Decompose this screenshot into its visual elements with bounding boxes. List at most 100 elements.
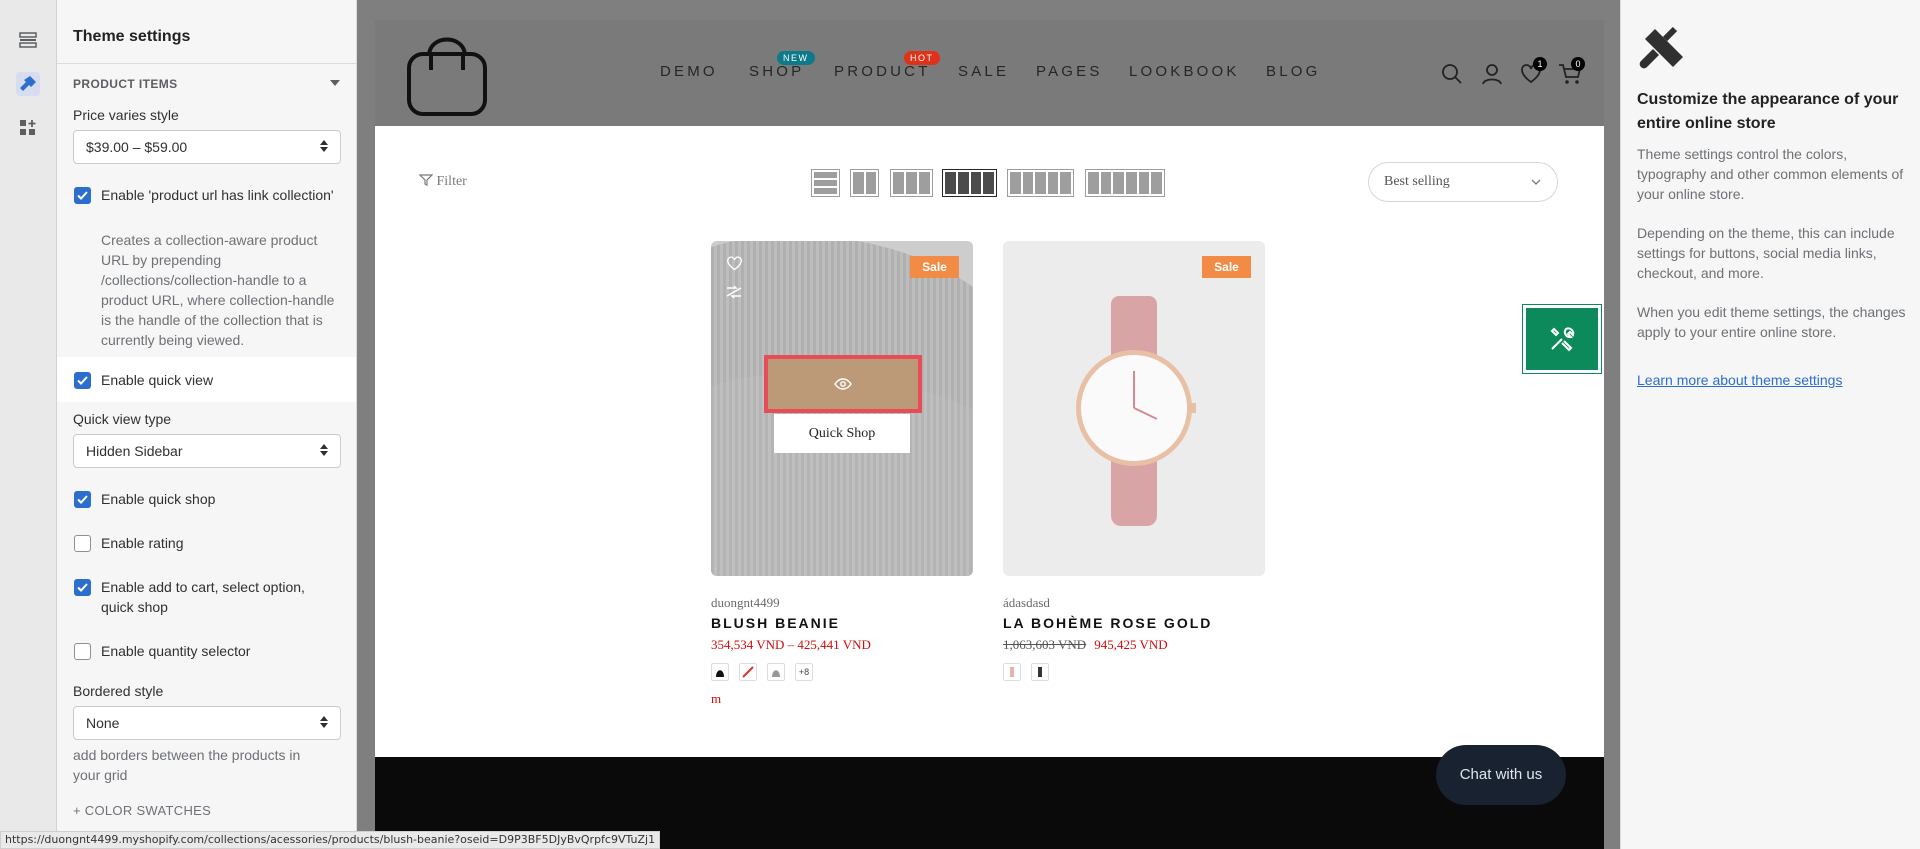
add-to-cart-checkbox[interactable] [74,579,91,596]
rating-label: Enable rating [101,535,184,551]
editor-rail [0,0,57,849]
nav-lookbook[interactable]: LOOKBOOK [1129,63,1240,80]
sort-select[interactable]: Best selling [1368,162,1558,202]
compare-icon[interactable] [726,284,742,300]
product-url-label: Enable 'product url has link collection' [101,187,334,203]
bag-logo[interactable] [401,26,493,118]
new-badge: NEW [777,51,815,65]
sort-value: Best selling [1384,174,1450,189]
product-card[interactable]: Sale ádasdasd LA BOHÈME ROSE GOLD 1,063,… [1003,241,1265,681]
nav-sale[interactable]: SALE [958,63,1009,80]
nav-blog[interactable]: BLOG [1266,63,1320,80]
nav-demo[interactable]: DEMO [660,63,718,80]
bordered-style-value: None [86,715,120,731]
layout-list-icon[interactable] [811,169,840,197]
product-swatches: +8 [711,663,973,681]
product-title[interactable]: BLUSH BEANIE [711,615,973,631]
checkmark-icon [77,376,88,385]
sale-badge: Sale [1202,256,1251,278]
price-varies-select[interactable]: $39.00 – $59.00 [73,130,341,164]
wrench-screwdriver-icon [1550,327,1575,352]
caret-down-icon[interactable] [330,80,340,86]
select-arrows-icon [320,140,328,152]
nav-product[interactable]: PRODUCT [834,63,931,80]
filter-button[interactable]: Filter [418,174,467,190]
swatch-red[interactable] [739,663,757,681]
product-old-price: 1,063,603 VND [1003,637,1087,652]
product-vendor[interactable]: duongnt4499 [711,595,973,611]
product-title[interactable]: LA BOHÈME ROSE GOLD [1003,615,1265,631]
nav-shop[interactable]: SHOP [749,63,804,80]
layout-4-columns-icon[interactable] [942,169,997,197]
chat-with-us-button[interactable]: Chat with us [1436,745,1566,805]
chevron-down-icon [1531,179,1541,185]
quick-view-label: Enable quick view [101,372,214,388]
hot-badge: HOT [904,51,940,65]
info-paragraph-2: Depending on the theme, this can include… [1637,225,1895,281]
sections-icon[interactable] [16,28,40,52]
account-icon[interactable] [1481,63,1503,85]
store-preview: DEMO SHOP NEW PRODUCT HOT SALE PAGES LOO… [375,20,1604,849]
swatch-black[interactable] [711,663,729,681]
layout-2-columns-icon[interactable] [850,169,879,197]
panel-title: Theme settings [73,28,191,45]
theme-brush-icon[interactable] [16,72,40,96]
product-url-help: Creates a collection-aware product URL b… [101,232,335,348]
quick-shop-checkbox[interactable] [74,491,91,508]
swatch-grey[interactable] [767,663,785,681]
theme-settings-panel: Theme settings PRODUCT ITEMS Price varie… [57,0,357,835]
bordered-style-select[interactable]: None [73,706,341,740]
quick-shop-button[interactable]: Quick Shop [774,414,910,453]
status-bar-url: https://duongnt4499.myshopify.com/collec… [0,831,661,849]
product-card[interactable]: Sale Quick Shop duongnt4499 BLUSH BEANIE… [711,241,973,707]
nav-pages[interactable]: PAGES [1036,63,1103,80]
product-image-beanie[interactable]: Sale Quick Shop [711,241,973,576]
sale-badge: Sale [910,256,959,278]
product-image-watch[interactable]: Sale [1003,241,1265,576]
add-to-cart-label: Enable add to cart, select option, quick… [101,579,305,615]
select-arrows-icon [320,444,328,456]
quick-view-type-select[interactable]: Hidden Sidebar [73,434,341,468]
learn-more-link[interactable]: Learn more about theme settings [1637,372,1842,388]
divider [57,63,356,64]
checkmark-icon [77,191,88,200]
quick-view-type-label: Quick view type [73,411,172,427]
tools-button[interactable] [1523,305,1601,373]
checkmark-icon [77,583,88,592]
eye-icon [834,378,852,390]
cart-count: 0 [1571,57,1585,71]
product-url-checkbox[interactable] [74,187,91,204]
color-swatches-section[interactable]: + COLOR SWATCHES [73,803,211,818]
price-varies-value: $39.00 – $59.00 [86,139,188,155]
quantity-selector-checkbox[interactable] [74,643,91,660]
layout-6-columns-icon[interactable] [1085,169,1165,197]
bordered-style-label: Bordered style [73,683,164,699]
swatch-black[interactable] [1031,663,1049,681]
swatch-pink[interactable] [1003,663,1021,681]
info-paragraph-1: Theme settings control the colors, typog… [1637,146,1904,202]
checkmark-icon [77,495,88,504]
layout-3-columns-icon[interactable] [890,169,933,197]
watch-image [1076,296,1196,526]
price-varies-label: Price varies style [73,107,179,123]
quick-view-checkbox[interactable] [74,372,91,389]
product-price: 945,425 VND [1094,637,1168,652]
search-icon[interactable] [1441,63,1463,85]
product-swatches [1003,663,1265,681]
section-header-product-items[interactable]: PRODUCT ITEMS [73,77,178,91]
store-header: DEMO SHOP NEW PRODUCT HOT SALE PAGES LOO… [375,20,1604,126]
add-app-block-icon[interactable] [16,116,40,140]
product-vendor[interactable]: ádasdasd [1003,595,1265,611]
info-title: Customize the appearance of your entire … [1637,91,1899,132]
quick-view-type-value: Hidden Sidebar [86,443,183,459]
wishlist-count: 1 [1533,57,1547,71]
swatch-more[interactable]: +8 [795,663,813,681]
wishlist-heart-icon[interactable] [726,256,743,271]
filter-icon [418,174,434,186]
quantity-selector-label: Enable quantity selector [101,643,251,659]
paint-roller-icon [1639,27,1683,69]
layout-5-columns-icon[interactable] [1007,169,1074,197]
rating-checkbox[interactable] [74,535,91,552]
quick-view-button[interactable] [764,355,922,413]
product-price: 354,534 VND – 425,441 VND [711,637,871,652]
